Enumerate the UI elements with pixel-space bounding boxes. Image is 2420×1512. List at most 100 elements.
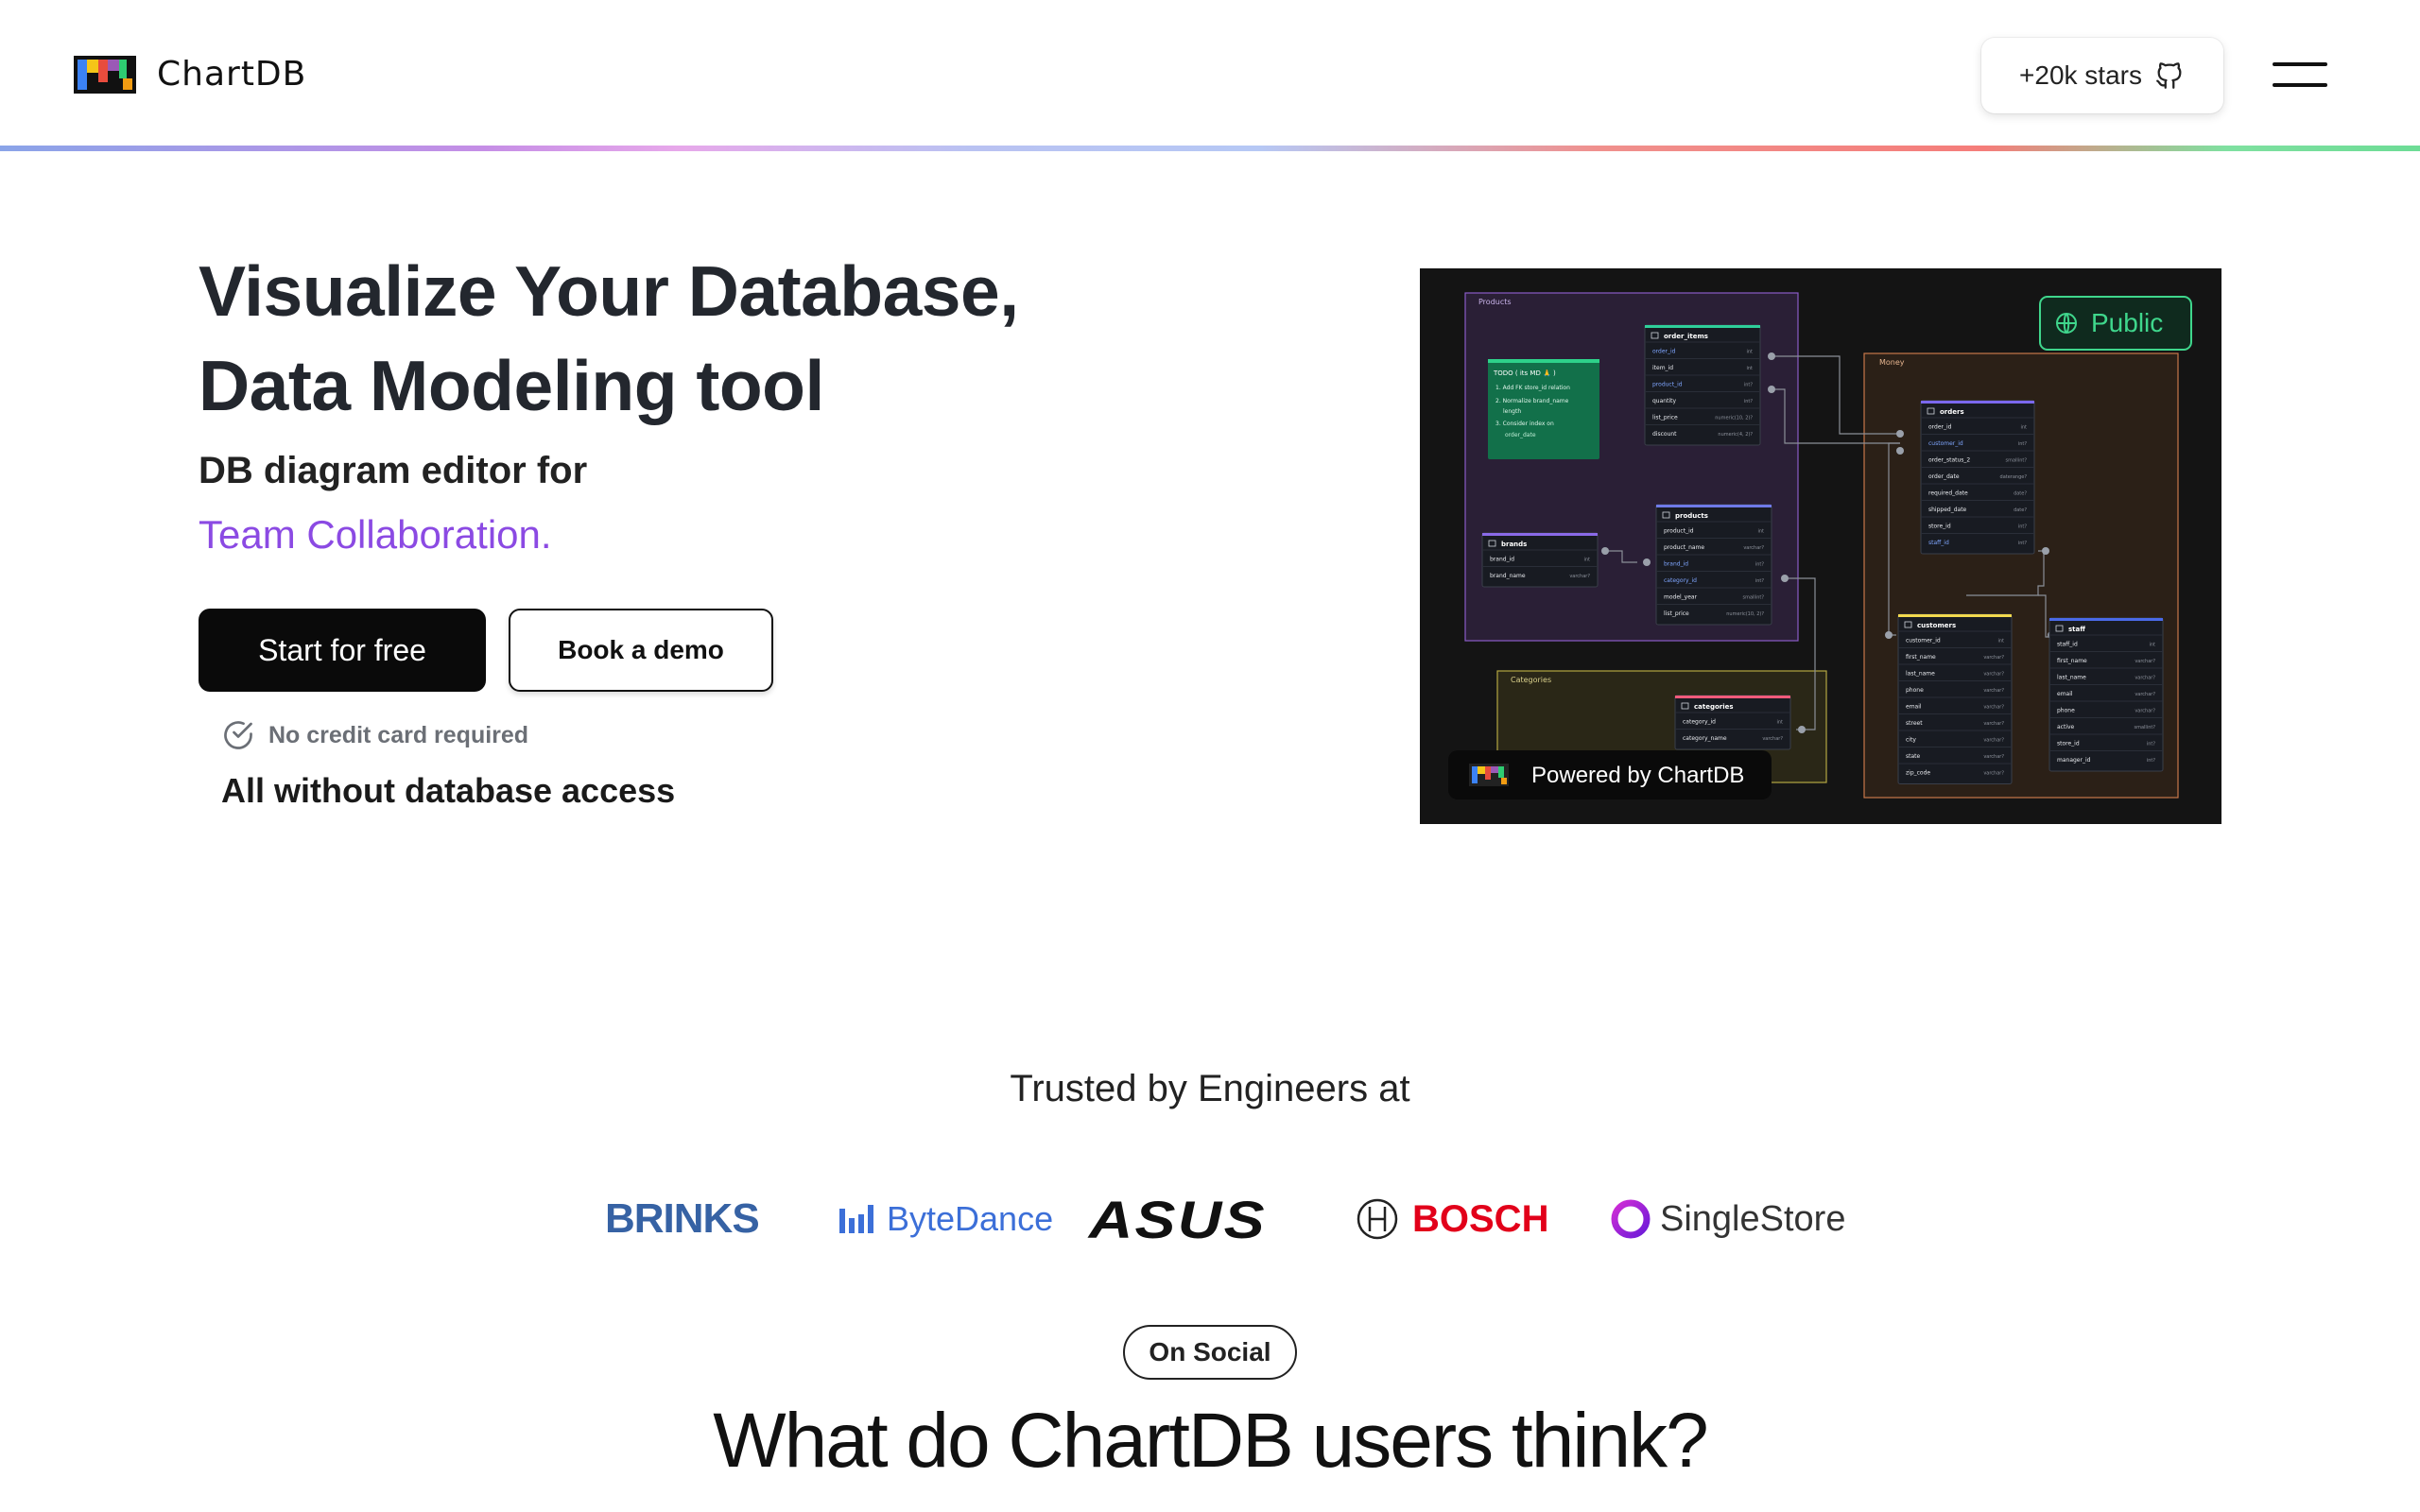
table-column-name: discount	[1652, 431, 1677, 438]
table-column-type: int?	[1744, 399, 1754, 404]
start-for-free-button[interactable]: Start for free	[199, 609, 486, 692]
table-column-name: category_name	[1683, 735, 1727, 742]
table-column-type: numeric(10, 2)?	[1726, 611, 1764, 617]
table-column-type: varchar?	[1983, 655, 2004, 661]
hero-title-line1: Visualize Your Database,	[199, 251, 1019, 331]
todo-item3b: order_date	[1505, 432, 1536, 438]
table-brands[interactable]: brands brand_id int brand_name varchar?	[1481, 532, 1599, 588]
bosch-armature-icon	[1357, 1198, 1398, 1240]
table-name: products	[1675, 512, 1708, 520]
github-icon	[2156, 62, 2182, 89]
table-name: categories	[1694, 703, 1734, 711]
table-column-type: int	[1583, 558, 1590, 563]
table-column-type: int	[2149, 643, 2155, 648]
github-stars-button[interactable]: +20k stars	[1981, 38, 2223, 113]
table-column-name: brand_name	[1490, 573, 1526, 579]
page: ChartDB +20k stars Visualize Your Databa…	[0, 0, 2420, 1512]
table-column-name: product_name	[1664, 544, 1704, 551]
table-column-name: product_id	[1652, 382, 1683, 388]
todo-title: TODO ( its MD 🙏 )	[1493, 369, 1556, 377]
table-column-name: email	[1906, 704, 1922, 711]
hamburger-icon[interactable]	[2273, 59, 2329, 93]
trusted-heading: Trusted by Engineers at	[1010, 1068, 1410, 1109]
asus-logo: ASUS	[1088, 1189, 1267, 1249]
todo-item2: 2. Normalize brand_name	[1495, 398, 1569, 404]
table-column-type: int?	[2018, 541, 2028, 546]
todo-item3: 3. Consider index on	[1495, 421, 1554, 427]
table-column-type: varchar?	[1983, 688, 2004, 694]
table-color-bar	[1645, 325, 1760, 328]
table-color-bar	[1921, 401, 2034, 404]
hero-title: Visualize Your Database, Data Modeling t…	[199, 244, 1019, 433]
table-column-name: staff_id	[2057, 642, 2078, 648]
powered-by-badge[interactable]: Powered by ChartDB	[1448, 750, 1772, 799]
table-name: order_items	[1664, 333, 1708, 340]
table-orders[interactable]: orders order_id int customer_id int? order_st…	[1920, 400, 2035, 555]
table-column-type: int	[1746, 350, 1753, 355]
table-categories[interactable]: categories category_id int category_name var…	[1674, 695, 1791, 750]
menu-bar-bottom	[2273, 83, 2327, 87]
table-column-type: numeric(4, 2)?	[1718, 432, 1753, 438]
stars-label: +20k stars	[2019, 60, 2142, 90]
table-color-bar	[1656, 505, 1772, 507]
menu-bar-top	[2273, 62, 2327, 66]
table-name: orders	[1940, 408, 1964, 416]
no-credit-card-note: No credit card required	[221, 718, 528, 752]
table-column-name: shipped_date	[1928, 507, 1967, 513]
table-column-type: varchar?	[1983, 672, 2004, 678]
table-column-type: smallint?	[1743, 595, 1765, 601]
table-column-type: varchar?	[2135, 659, 2155, 664]
diagram-canvas: Products Money Categories TODO (its MD …	[1448, 292, 2192, 799]
table-column-name: customer_id	[1906, 638, 1941, 644]
table-products[interactable]: products product_id int product_name varchar…	[1655, 504, 1772, 626]
table-column-type: int?	[2147, 742, 2156, 747]
diagram-preview[interactable]: Products Money Categories TODO (its MD …	[1420, 268, 2221, 824]
table-staff[interactable]: staff staff_id int first_name varchar? last_n…	[2048, 617, 2164, 772]
table-column-type: varchar?	[2135, 692, 2155, 697]
table-column-type: varchar?	[1983, 771, 2004, 777]
area-categories-label: Categories	[1511, 676, 1551, 684]
table-column-type: int?	[1755, 578, 1765, 584]
table-column-name: product_id	[1664, 528, 1694, 535]
table-column-name: first_name	[1906, 654, 1936, 661]
table-column-name: category_id	[1664, 577, 1697, 584]
table-column-type: date?	[2014, 491, 2027, 497]
table-column-name: category_id	[1683, 719, 1716, 726]
table-column-name: active	[2057, 724, 2075, 730]
todo-note[interactable]: TODO ( its MD 🙏 ) 1. Add FK store_id rel…	[1488, 359, 1599, 459]
header: ChartDB +20k stars	[0, 0, 2420, 151]
table-column-name: order_status_2	[1928, 457, 1970, 464]
logo[interactable]: ChartDB	[74, 55, 306, 94]
table-column-name: state	[1906, 753, 1921, 760]
table-column-type: int	[1746, 366, 1753, 371]
table-column-type: int	[1757, 529, 1764, 535]
chartdb-logo-icon	[74, 55, 136, 94]
table-column-name: store_id	[2057, 741, 2080, 747]
no-database-access-text: All without database access	[221, 771, 676, 810]
table-column-name: order_id	[1652, 349, 1676, 355]
table-color-bar	[1482, 533, 1598, 536]
table-column-name: last_name	[2057, 675, 2086, 681]
table-customers[interactable]: customerscustomer_id intfirst_name varchar…	[1897, 613, 2013, 784]
table-column-name: manager_id	[2057, 757, 2091, 764]
table-column-name: zip_code	[1906, 770, 1930, 777]
table-name: brands	[1501, 541, 1527, 548]
table-column-name: brand_id	[1490, 557, 1514, 563]
todo-item1: 1. Add FK store_id relation	[1495, 385, 1570, 391]
book-demo-button[interactable]: Book a demo	[509, 609, 773, 692]
table-column-type: varchar?	[1743, 545, 1764, 551]
table-order_items[interactable]: order_itemsorder_id intitem_id intproduct_…	[1644, 324, 1761, 446]
table-column-name: order_date	[1928, 473, 1960, 480]
table-column-name: brand_id	[1664, 561, 1688, 568]
powered-by-text: Powered by ChartDB	[1531, 763, 1744, 788]
table-column-name: required_date	[1928, 490, 1968, 497]
public-badge[interactable]: Public	[2039, 296, 2192, 351]
table-column-name: item_id	[1652, 365, 1673, 371]
public-label: Public	[2091, 308, 2163, 337]
table-column-type: varchar?	[1762, 736, 1783, 742]
bytedance-bars-icon	[839, 1205, 873, 1233]
table-column-name: last_name	[1906, 671, 1935, 678]
header-gradient-divider	[0, 146, 2420, 151]
table-column-type: int?	[1744, 383, 1754, 388]
singlestore-logo: SingleStore	[1609, 1181, 1845, 1257]
